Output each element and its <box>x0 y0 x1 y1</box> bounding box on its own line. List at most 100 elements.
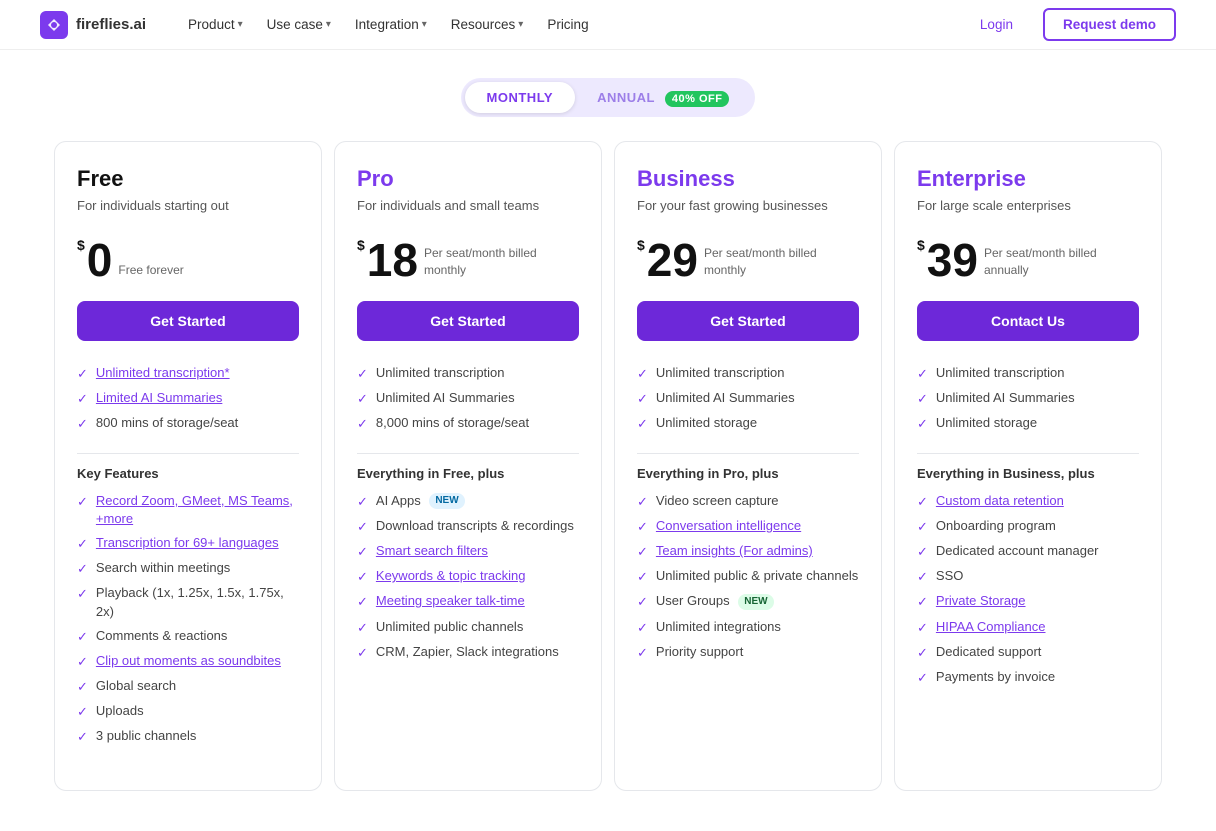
pricing-grid: Free For individuals starting out $ 0 Fr… <box>28 141 1188 831</box>
divider <box>917 453 1139 454</box>
divider <box>357 453 579 454</box>
list-item: ✓Conversation intelligence <box>637 514 859 539</box>
divider <box>77 453 299 454</box>
price-row-free: $ 0 Free forever <box>77 231 299 283</box>
list-item: ✓8,000 mins of storage/seat <box>357 411 579 436</box>
nav-links: Product ▾ Use case ▾ Integration ▾ Resou… <box>178 11 962 38</box>
check-icon: ✓ <box>77 728 88 746</box>
check-icon: ✓ <box>637 568 648 586</box>
list-item: ✓SSO <box>917 564 1139 589</box>
top-features-pro: ✓Unlimited transcription ✓Unlimited AI S… <box>357 361 579 437</box>
logo-text: fireflies.ai <box>76 16 146 33</box>
list-item: ✓Clip out moments as soundbites <box>77 649 299 674</box>
list-item: ✓Transcription for 69+ languages <box>77 531 299 556</box>
check-icon: ✓ <box>637 543 648 561</box>
price-row-pro: $ 18 Per seat/month billed monthly <box>357 231 579 283</box>
nav-product[interactable]: Product ▾ <box>178 11 253 38</box>
check-icon: ✓ <box>77 628 88 646</box>
price-row-business: $ 29 Per seat/month billed monthly <box>637 231 859 283</box>
cta-enterprise[interactable]: Contact Us <box>917 301 1139 341</box>
list-item: ✓Keywords & topic tracking <box>357 564 579 589</box>
price-dollar-business: $ <box>637 237 645 253</box>
list-item: ✓Video screen capture <box>637 489 859 514</box>
key-features-business: ✓Video screen capture ✓Conversation inte… <box>637 489 859 665</box>
plan-name-business: Business <box>637 166 859 192</box>
check-icon: ✓ <box>917 543 928 561</box>
price-dollar-free: $ <box>77 237 85 253</box>
list-item: ✓Payments by invoice <box>917 665 1139 690</box>
new-badge: NEW <box>738 594 773 610</box>
list-item: ✓Dedicated account manager <box>917 539 1139 564</box>
billing-toggle: MONTHLY ANNUAL 40% OFF <box>0 78 1216 117</box>
nav-pricing[interactable]: Pricing <box>537 11 598 38</box>
list-item: ✓Smart search filters <box>357 539 579 564</box>
logo-icon <box>40 11 68 39</box>
check-icon: ✓ <box>637 415 648 433</box>
logo[interactable]: fireflies.ai <box>40 11 146 39</box>
list-item: ✓Unlimited transcription <box>637 361 859 386</box>
section-title-business: Everything in Pro, plus <box>637 466 859 481</box>
plan-desc-enterprise: For large scale enterprises <box>917 198 1139 213</box>
chevron-down-icon: ▾ <box>518 19 523 30</box>
section-title-pro: Everything in Free, plus <box>357 466 579 481</box>
price-amount-enterprise: 39 <box>927 237 978 283</box>
check-icon: ✓ <box>357 415 368 433</box>
nav-resources[interactable]: Resources ▾ <box>441 11 534 38</box>
check-icon: ✓ <box>77 678 88 696</box>
list-item: ✓Dedicated support <box>917 640 1139 665</box>
list-item: ✓Unlimited transcription <box>917 361 1139 386</box>
plan-desc-free: For individuals starting out <box>77 198 299 213</box>
nav-usecase[interactable]: Use case ▾ <box>257 11 341 38</box>
list-item: ✓AI Apps NEW <box>357 489 579 514</box>
list-item: ✓Unlimited storage <box>637 411 859 436</box>
check-icon: ✓ <box>77 535 88 553</box>
price-detail-pro: Per seat/month billed monthly <box>424 245 579 283</box>
check-icon: ✓ <box>637 593 648 611</box>
key-features-free: ✓Record Zoom, GMeet, MS Teams, +more ✓Tr… <box>77 489 299 750</box>
check-icon: ✓ <box>77 585 88 603</box>
plan-pro: Pro For individuals and small teams $ 18… <box>334 141 602 791</box>
login-button[interactable]: Login <box>962 10 1031 39</box>
list-item: ✓Unlimited integrations <box>637 615 859 640</box>
check-icon: ✓ <box>917 493 928 511</box>
check-icon: ✓ <box>77 415 88 433</box>
list-item: ✓User Groups NEW <box>637 589 859 614</box>
check-icon: ✓ <box>917 669 928 687</box>
plan-free: Free For individuals starting out $ 0 Fr… <box>54 141 322 791</box>
list-item: ✓3 public channels <box>77 724 299 749</box>
toggle-monthly[interactable]: MONTHLY <box>465 82 576 113</box>
list-item: ✓Unlimited AI Summaries <box>917 386 1139 411</box>
cta-free[interactable]: Get Started <box>77 301 299 341</box>
nav-integration[interactable]: Integration ▾ <box>345 11 437 38</box>
price-detail-business: Per seat/month billed monthly <box>704 245 859 283</box>
plan-name-free: Free <box>77 166 299 192</box>
key-features-pro: ✓AI Apps NEW ✓Download transcripts & rec… <box>357 489 579 665</box>
key-features-enterprise: ✓Custom data retention ✓Onboarding progr… <box>917 489 1139 691</box>
list-item: ✓CRM, Zapier, Slack integrations <box>357 640 579 665</box>
list-item: ✓Uploads <box>77 699 299 724</box>
price-amount-business: 29 <box>647 237 698 283</box>
list-item: ✓Limited AI Summaries <box>77 386 299 411</box>
plan-desc-pro: For individuals and small teams <box>357 198 579 213</box>
top-features-enterprise: ✓Unlimited transcription ✓Unlimited AI S… <box>917 361 1139 437</box>
list-item: ✓Download transcripts & recordings <box>357 514 579 539</box>
list-item: ✓Unlimited AI Summaries <box>637 386 859 411</box>
cta-pro[interactable]: Get Started <box>357 301 579 341</box>
toggle-annual[interactable]: ANNUAL 40% OFF <box>575 82 751 113</box>
price-detail-free: Free forever <box>118 262 183 283</box>
list-item: ✓Record Zoom, GMeet, MS Teams, +more <box>77 489 299 531</box>
check-icon: ✓ <box>637 518 648 536</box>
request-demo-button[interactable]: Request demo <box>1043 8 1176 41</box>
check-icon: ✓ <box>357 543 368 561</box>
list-item: ✓Custom data retention <box>917 489 1139 514</box>
check-icon: ✓ <box>917 518 928 536</box>
check-icon: ✓ <box>357 644 368 662</box>
price-dollar-enterprise: $ <box>917 237 925 253</box>
check-icon: ✓ <box>917 390 928 408</box>
nav-actions: Login Request demo <box>962 8 1176 41</box>
check-icon: ✓ <box>357 518 368 536</box>
cta-business[interactable]: Get Started <box>637 301 859 341</box>
price-detail-enterprise: Per seat/month billed annually <box>984 245 1139 283</box>
price-row-enterprise: $ 39 Per seat/month billed annually <box>917 231 1139 283</box>
list-item: ✓Playback (1x, 1.25x, 1.5x, 1.75x, 2x) <box>77 581 299 623</box>
